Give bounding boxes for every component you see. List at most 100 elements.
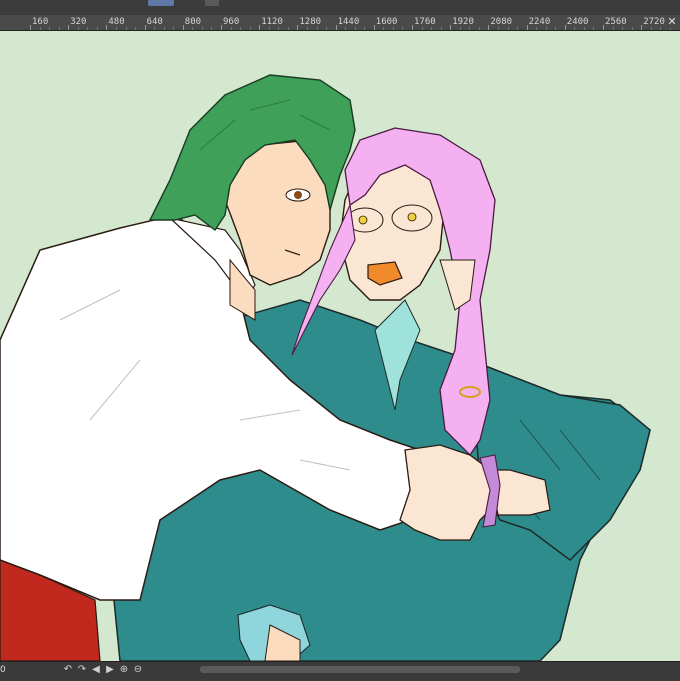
ruler-tick [412,25,413,30]
ruler-minor-tick [354,27,356,30]
ruler-label: 800 [184,17,202,27]
ruler-label: 1280 [299,17,322,27]
ruler-minor-tick [478,27,480,30]
ruler-minor-tick [364,27,366,30]
ruler-minor-tick [39,27,41,30]
ruler-minor-tick [497,27,499,30]
ruler-minor-tick [517,27,519,30]
ruler-minor-tick [163,27,165,30]
title-bar-tab[interactable] [205,0,219,6]
ruler-minor-tick [268,27,270,30]
ruler-minor-tick [421,27,423,30]
ruler-tick [564,25,566,30]
ruler-minor-tick [631,27,633,30]
ruler-tick [297,25,299,30]
ruler-minor-tick [612,27,614,30]
ruler-minor-tick [545,27,547,30]
ruler-minor-tick [469,27,471,30]
ruler-label: 1760 [414,17,436,27]
ruler-label: 1440 [337,17,360,27]
ruler-minor-tick [392,27,394,30]
ruler-tick [144,25,146,30]
ruler-tick [68,25,70,30]
ruler-minor-tick [287,27,289,30]
ruler-tick [221,25,222,30]
ruler-minor-tick [660,27,662,30]
ruler-minor-tick [87,27,89,30]
ruler-tick [603,25,604,30]
drawing-canvas[interactable] [0,31,680,661]
ruler-label: 640 [146,17,163,27]
title-bar [0,0,680,15]
ruler-tick [641,25,643,30]
ruler-tick [450,25,452,30]
ruler-minor-tick [316,27,318,30]
ruler-minor-tick [278,27,280,30]
status-bar: 0 ↶ ↷ ◀ ▶ ⊕ ⊖ [0,661,680,681]
horizontal-scrollbar[interactable] [200,666,520,673]
ruler-minor-tick [650,27,652,30]
ruler-minor-tick [154,27,156,30]
ruler-minor-tick [201,27,203,30]
prev-icon[interactable]: ◀ [90,664,102,676]
ruler-tick [526,25,528,30]
ruler-minor-tick [77,27,79,30]
ruler-label: 2720 [643,17,665,27]
ruler-minor-tick [249,27,251,30]
ruler-minor-tick [536,27,538,30]
rotate-right-icon[interactable]: ↷ [76,664,88,676]
rotate-left-icon[interactable]: ↶ [62,664,74,676]
ruler-label: 960 [223,17,240,27]
zoom-in-icon[interactable]: ⊕ [118,664,130,676]
ruler-label: 2560 [605,17,627,27]
ruler-minor-tick [211,27,213,30]
ruler-tick [106,25,108,30]
illustration [0,74,651,661]
ruler-label: 1600 [375,17,398,27]
horizontal-ruler[interactable]: 160 320 480 640 800 960 1120 1280 1440 1600 1760 19… [0,15,680,31]
zoom-label: 0 [0,665,6,675]
ruler-label: 2080 [490,17,513,27]
ruler-label: 320 [70,17,87,27]
ruler-tick [182,25,184,30]
ruler-minor-tick [230,27,232,30]
title-bar-tab[interactable] [148,0,174,6]
ruler-label: 480 [108,17,125,27]
close-icon[interactable]: ✕ [666,16,678,28]
ruler-tick [259,25,261,30]
next-icon[interactable]: ▶ [104,664,116,676]
ruler-minor-tick [49,27,51,30]
ruler-minor-tick [58,27,60,30]
ruler-minor-tick [622,27,624,30]
ruler-minor-tick [240,27,242,30]
ruler-tick [335,25,337,30]
ruler-minor-tick [306,27,308,30]
ruler-tick [30,25,31,30]
zoom-out-icon[interactable]: ⊖ [132,664,144,676]
ruler-minor-tick [173,27,175,30]
ruler-minor-tick [135,27,137,30]
ruler-tick [373,25,375,30]
ruler-minor-tick [574,27,576,30]
ruler-minor-tick [96,27,98,30]
ruler-label: 1920 [452,17,474,27]
ruler-minor-tick [583,27,585,30]
ruler-minor-tick [440,27,442,30]
ruler-label: 1120 [261,17,283,27]
ruler-minor-tick [192,27,194,30]
ruler-minor-tick [115,27,117,30]
ruler-minor-tick [555,27,557,30]
ruler-label: 2240 [528,17,551,27]
ruler-minor-tick [383,27,385,30]
ruler-minor-tick [125,27,127,30]
ruler-minor-tick [459,27,461,30]
ruler-minor-tick [345,27,347,30]
ruler-minor-tick [326,27,328,30]
ruler-minor-tick [431,27,433,30]
ruler-minor-tick [507,27,509,30]
ruler-label: 2400 [566,17,589,27]
ruler-tick [488,25,490,30]
ruler-label: 160 [32,17,49,27]
ruler-minor-tick [402,27,404,30]
ruler-minor-tick [593,27,595,30]
